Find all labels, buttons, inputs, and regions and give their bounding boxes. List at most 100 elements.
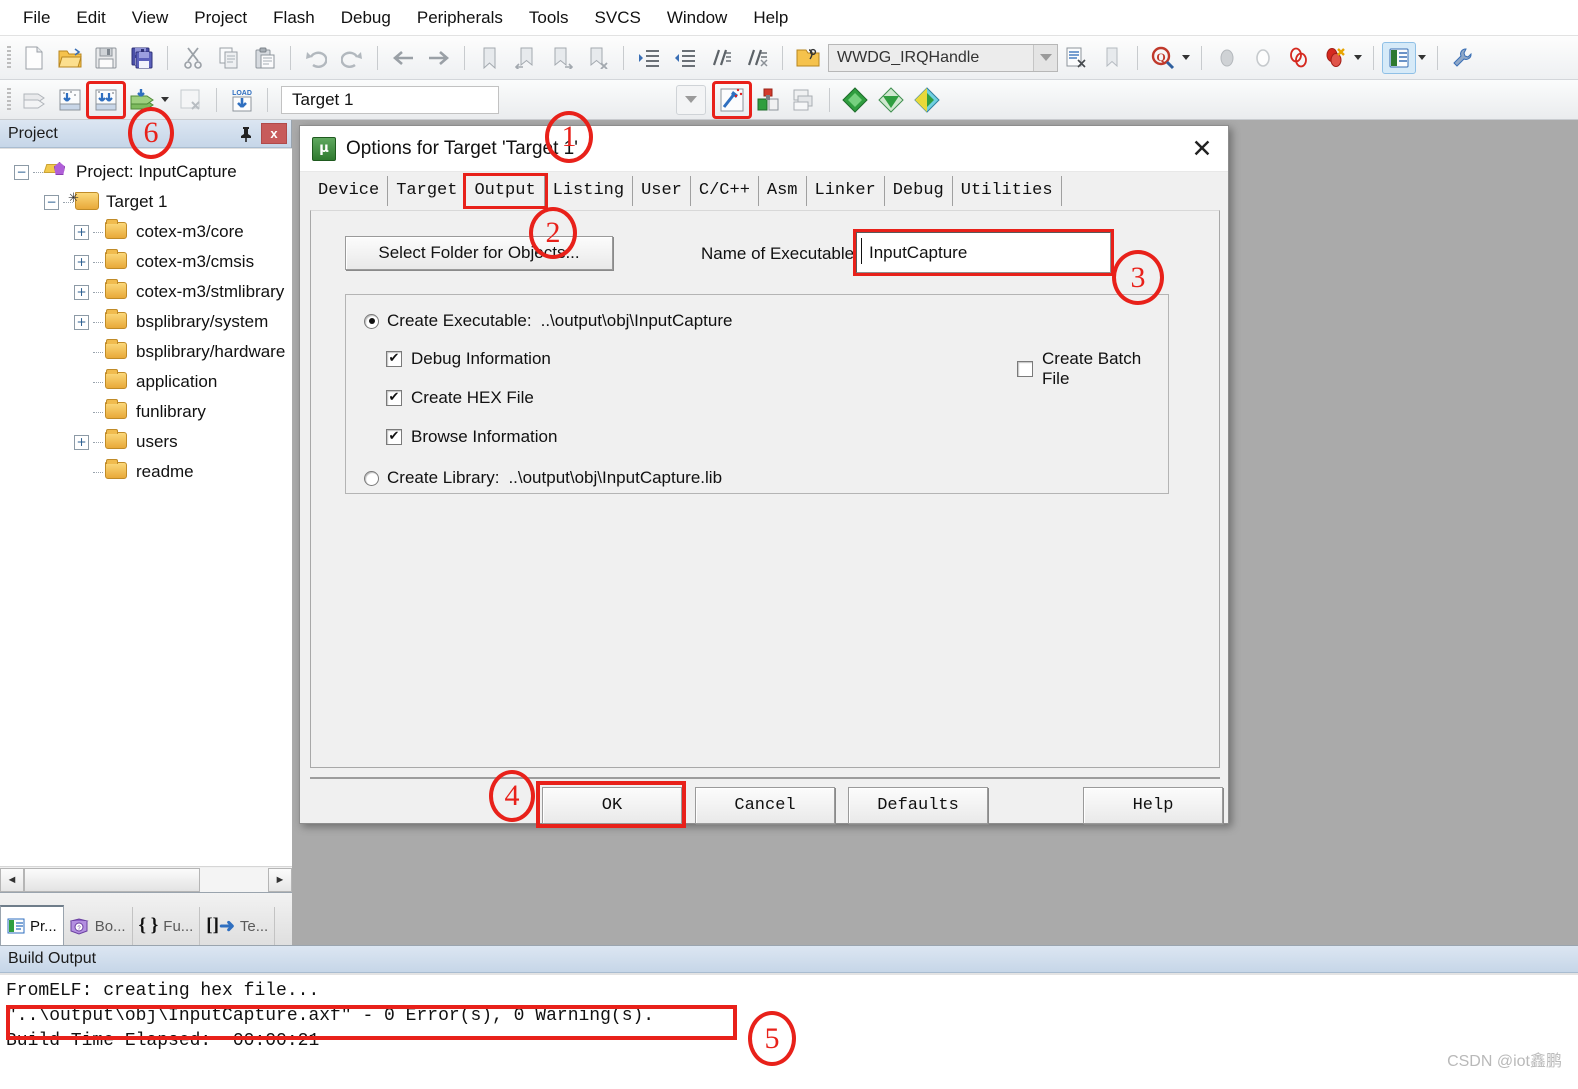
- menu-item-project[interactable]: Project: [181, 4, 260, 32]
- menu-item-edit[interactable]: Edit: [63, 4, 118, 32]
- tab-debug[interactable]: Debug: [885, 176, 953, 206]
- breakpoints-kill-icon[interactable]: [1318, 42, 1352, 74]
- tree-node-group[interactable]: + cotex-m3/cmsis: [0, 247, 292, 277]
- chevron-down-icon[interactable]: [1033, 44, 1057, 71]
- name-of-executable-input[interactable]: InputCapture: [856, 232, 1111, 273]
- tab-project[interactable]: Pr...: [0, 905, 64, 945]
- outdent-icon[interactable]: [668, 42, 702, 74]
- paste-icon[interactable]: [248, 42, 282, 74]
- help-button[interactable]: Help: [1083, 787, 1223, 824]
- tab-asm[interactable]: Asm: [759, 176, 807, 206]
- tree-node-group[interactable]: application: [0, 367, 292, 397]
- create-executable-radio-row[interactable]: Create Executable: ..\output\obj\InputCa…: [364, 311, 732, 331]
- create-hex-file-row[interactable]: ✔ Create HEX File: [386, 388, 534, 408]
- rebuild-all-icon[interactable]: [86, 80, 126, 119]
- tree-node-target[interactable]: − Target 1: [0, 187, 292, 217]
- ok-button[interactable]: OK: [542, 787, 682, 824]
- navigate-forward-icon[interactable]: [422, 42, 456, 74]
- function-navigation-combo[interactable]: WWDG_IRQHandle: [828, 43, 1058, 72]
- dialog-title-bar[interactable]: μ Options for Target 'Target 1' ✕: [300, 126, 1228, 172]
- tree-node-group[interactable]: + users: [0, 427, 292, 457]
- tab-linker[interactable]: Linker: [807, 176, 885, 206]
- window-layout-icon[interactable]: [1382, 41, 1416, 74]
- select-folder-for-objects-button[interactable]: Select Folder for Objects...: [345, 236, 613, 270]
- new-file-icon[interactable]: [17, 42, 51, 74]
- browse-information-row[interactable]: ✔ Browse Information: [386, 427, 557, 447]
- create-batch-file-row[interactable]: Create Batch File: [1017, 349, 1168, 389]
- checkbox-debug-information[interactable]: ✔: [386, 351, 402, 367]
- menu-item-flash[interactable]: Flash: [260, 4, 328, 32]
- tree-node-group[interactable]: + cotex-m3/core: [0, 217, 292, 247]
- tree-node-group[interactable]: funlibrary: [0, 397, 292, 427]
- options-for-target-icon[interactable]: [712, 80, 752, 119]
- scroll-left-arrow-icon[interactable]: ◄: [0, 867, 24, 892]
- cancel-button[interactable]: Cancel: [695, 787, 835, 824]
- copy-icon[interactable]: [212, 42, 246, 74]
- expander-plus-icon[interactable]: +: [74, 254, 89, 270]
- menu-item-peripherals[interactable]: Peripherals: [404, 4, 516, 32]
- tab-books[interactable]: ? Bo...: [64, 907, 133, 945]
- create-library-radio-row[interactable]: Create Library: ..\output\obj\InputCaptu…: [364, 468, 722, 488]
- expander-plus-icon[interactable]: +: [74, 314, 89, 330]
- open-file-icon[interactable]: [53, 42, 87, 74]
- expander-plus-icon[interactable]: +: [74, 224, 89, 240]
- defaults-button[interactable]: Defaults: [848, 787, 988, 824]
- build-output-text[interactable]: FromELF: creating hex file... "..\output…: [0, 973, 1578, 1089]
- file-properties-icon[interactable]: [1059, 42, 1093, 74]
- radio-create-executable[interactable]: [364, 313, 379, 329]
- multi-project-icon[interactable]: [787, 84, 821, 116]
- tree-node-group[interactable]: readme: [0, 457, 292, 487]
- pin-icon[interactable]: [235, 123, 257, 145]
- debug-information-row[interactable]: ✔ Debug Information: [386, 349, 551, 369]
- bookmark-prev-icon[interactable]: [509, 42, 543, 74]
- tree-node-group[interactable]: bsplibrary/hardware: [0, 337, 292, 367]
- checkbox-browse-information[interactable]: ✔: [386, 429, 402, 445]
- radio-create-library[interactable]: [364, 470, 379, 486]
- save-all-icon[interactable]: [125, 42, 159, 74]
- breakpoint-gray-icon[interactable]: [1210, 42, 1244, 74]
- tab-functions[interactable]: { } Fu...: [133, 907, 201, 945]
- tab-utilities[interactable]: Utilities: [953, 176, 1062, 206]
- expander-minus-icon[interactable]: −: [44, 194, 59, 210]
- tab-target[interactable]: Target: [388, 176, 467, 206]
- batch-build-icon[interactable]: [125, 84, 159, 116]
- cut-icon[interactable]: [176, 42, 210, 74]
- target-combo-dropdown[interactable]: [676, 84, 706, 115]
- menu-item-file[interactable]: File: [10, 4, 63, 32]
- layout-dropdown-arrow[interactable]: [1418, 55, 1426, 60]
- find-in-files-icon[interactable]: Q: [1146, 42, 1180, 74]
- svcs-green-icon[interactable]: [838, 84, 872, 116]
- expander-plus-icon[interactable]: +: [74, 434, 89, 450]
- scrollbar-thumb[interactable]: [24, 867, 200, 892]
- toolbar-grip[interactable]: [7, 87, 11, 112]
- breakpoint-red-icon[interactable]: [1282, 42, 1316, 74]
- tab-templates[interactable]: [] ➜ Te...: [200, 907, 276, 945]
- project-tree[interactable]: − Project: InputCapture − Target 1 +: [0, 148, 292, 888]
- manage-project-items-icon[interactable]: [910, 84, 944, 116]
- indent-icon[interactable]: [632, 42, 666, 74]
- scrollbar-track[interactable]: [24, 867, 268, 892]
- menu-item-view[interactable]: View: [119, 4, 182, 32]
- find-dropdown-arrow[interactable]: [1182, 55, 1190, 60]
- tree-node-project[interactable]: − Project: InputCapture: [0, 157, 292, 187]
- toolbar-grip[interactable]: [7, 45, 11, 70]
- menu-item-window[interactable]: Window: [654, 4, 740, 32]
- open-file-browse-icon[interactable]: [791, 42, 825, 74]
- checkbox-create-batch-file[interactable]: [1017, 361, 1033, 377]
- menu-item-tools[interactable]: Tools: [516, 4, 582, 32]
- pack-installer-icon[interactable]: [874, 84, 908, 116]
- save-icon[interactable]: [89, 42, 123, 74]
- load-download-icon[interactable]: LOAD: [225, 84, 259, 116]
- breakpoints-dropdown-arrow[interactable]: [1354, 55, 1362, 60]
- tab-listing[interactable]: Listing: [545, 176, 634, 206]
- scroll-right-arrow-icon[interactable]: ►: [268, 867, 292, 892]
- uncomment-icon[interactable]: [740, 42, 774, 74]
- stop-build-icon[interactable]: [174, 84, 208, 116]
- batch-build-dropdown[interactable]: [161, 97, 169, 102]
- target-selector-combo[interactable]: Target 1: [281, 85, 499, 114]
- close-icon[interactable]: x: [261, 123, 287, 144]
- bookmark-gray-icon[interactable]: [1095, 42, 1129, 74]
- manage-runtime-env-icon[interactable]: [751, 84, 785, 116]
- navigate-back-icon[interactable]: [386, 42, 420, 74]
- bookmark-next-icon[interactable]: [545, 42, 579, 74]
